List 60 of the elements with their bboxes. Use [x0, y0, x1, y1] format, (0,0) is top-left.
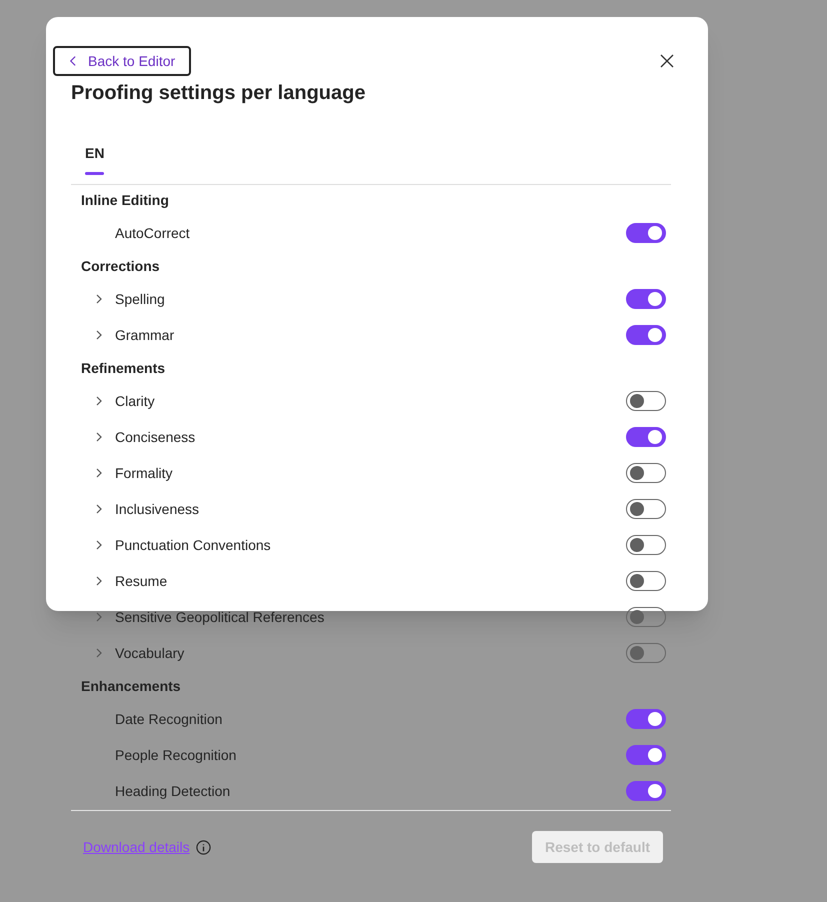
- setting-row[interactable]: People Recognition: [71, 737, 671, 773]
- setting-row[interactable]: Vocabulary: [71, 635, 671, 671]
- setting-label: Date Recognition: [115, 710, 224, 729]
- setting-row[interactable]: Formality: [71, 455, 671, 491]
- chevron-left-icon: [69, 55, 76, 67]
- section-heading: Refinements: [80, 359, 166, 378]
- setting-row[interactable]: Conciseness: [71, 419, 671, 455]
- toggle-switch[interactable]: [626, 745, 666, 765]
- setting-label: Spelling: [115, 290, 166, 309]
- setting-label: Vocabulary: [115, 644, 186, 663]
- back-button[interactable]: Back to Editor: [53, 46, 192, 76]
- setting-row[interactable]: Heading Detection: [71, 773, 671, 809]
- section-heading: Enhancements: [80, 677, 182, 696]
- setting-label: People Recognition: [115, 746, 238, 765]
- chevron-right-icon[interactable]: [96, 396, 102, 406]
- chevron-right-icon[interactable]: [96, 468, 102, 478]
- language-tab[interactable]: EN: [71, 137, 118, 185]
- setting-label: Formality: [115, 464, 174, 483]
- toggle-switch[interactable]: [626, 781, 666, 801]
- chevron-right-icon[interactable]: [96, 504, 102, 514]
- chevron-right-icon[interactable]: [96, 576, 102, 586]
- toggle-switch[interactable]: [626, 499, 666, 519]
- setting-row[interactable]: Date Recognition: [71, 701, 671, 737]
- setting-row[interactable]: Sensitive Geopolitical References: [71, 599, 671, 635]
- setting-label: Punctuation Conventions: [115, 536, 272, 554]
- toggle-switch[interactable]: [626, 607, 666, 627]
- setting-row[interactable]: Spelling: [71, 281, 671, 317]
- toggle-switch[interactable]: [626, 571, 666, 591]
- dialog-title: Proofing settings per language: [71, 81, 366, 106]
- setting-row[interactable]: Resume: [71, 563, 671, 599]
- setting-row[interactable]: AutoCorrect: [71, 215, 671, 251]
- setting-label: Resume: [115, 572, 168, 590]
- setting-label: Clarity: [115, 392, 156, 411]
- close-icon[interactable]: [659, 53, 675, 69]
- toggle-switch[interactable]: [626, 223, 666, 243]
- setting-row[interactable]: Inclusiveness: [71, 491, 671, 527]
- setting-label: AutoCorrect: [115, 224, 191, 242]
- setting-label: Sensitive Geopolitical References: [115, 608, 326, 627]
- setting-label: Conciseness: [115, 428, 196, 446]
- toggle-switch[interactable]: [626, 391, 666, 411]
- toggle-switch[interactable]: [626, 289, 666, 309]
- setting-row[interactable]: Grammar: [71, 317, 671, 353]
- info-icon[interactable]: [196, 840, 211, 854]
- setting-row[interactable]: Clarity: [71, 383, 671, 419]
- section-heading: Corrections: [80, 257, 161, 276]
- setting-label: Inclusiveness: [115, 500, 200, 518]
- toggle-switch[interactable]: [626, 463, 666, 483]
- toggle-switch[interactable]: [626, 535, 666, 555]
- toggle-switch[interactable]: [626, 643, 666, 663]
- section-heading: Inline Editing: [80, 191, 170, 210]
- setting-label: Heading Detection: [115, 782, 232, 801]
- setting-label: Grammar: [115, 326, 176, 344]
- chevron-right-icon[interactable]: [96, 432, 102, 442]
- toggle-switch[interactable]: [626, 427, 666, 447]
- setting-row[interactable]: Punctuation Conventions: [71, 527, 671, 563]
- chevron-right-icon[interactable]: [96, 294, 102, 304]
- chevron-right-icon[interactable]: [96, 330, 102, 340]
- toggle-switch[interactable]: [626, 709, 666, 729]
- toggle-switch[interactable]: [626, 325, 666, 345]
- chevron-right-icon[interactable]: [96, 540, 102, 550]
